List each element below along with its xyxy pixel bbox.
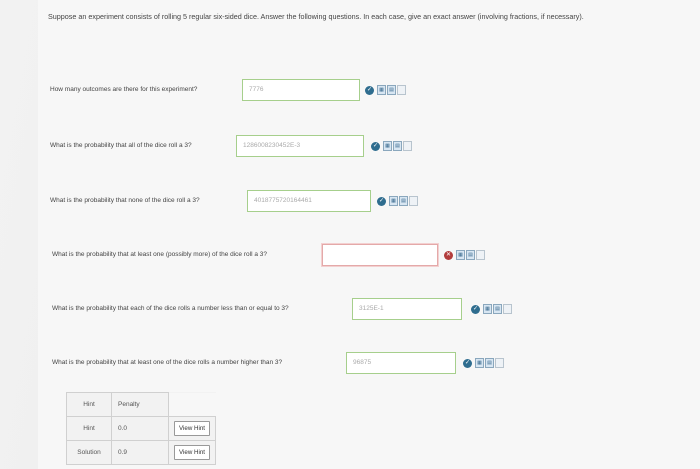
calculator-icon[interactable]: ▦ — [475, 358, 484, 368]
hint-table: Hint Penalty Hint 0.0 View Hint Solution… — [66, 392, 216, 465]
keypad-icon[interactable]: ▤ — [399, 196, 408, 206]
keypad-icon[interactable]: ▤ — [485, 358, 494, 368]
question-1-answer-field[interactable]: 7776 — [242, 79, 360, 101]
check-icon[interactable]: ✓ — [377, 197, 386, 206]
check-icon[interactable]: ✕ — [444, 251, 453, 260]
question-5-text: What is the probability that each of the… — [52, 305, 289, 312]
hint-row-penalty: 0.0 — [111, 416, 169, 441]
check-icon[interactable]: ✓ — [371, 142, 380, 151]
question-3-answer-field[interactable]: 4018775720164461 — [247, 190, 371, 212]
question-1-text: How many outcomes are there for this exp… — [50, 86, 198, 93]
keypad-icon[interactable]: ▤ — [466, 250, 475, 260]
hint-column-header: Hint — [66, 392, 112, 417]
calculator-icon[interactable]: ▦ — [383, 141, 392, 151]
question-4-answer-field[interactable] — [322, 244, 438, 266]
notes-icon[interactable] — [409, 196, 418, 206]
question-2-answer-field[interactable]: 1286008230452E-3 — [236, 135, 364, 157]
question-6-tools: ▦ ▤ — [475, 358, 504, 368]
penalty-column-header: Penalty — [111, 392, 169, 417]
question-5-tools: ▦ ▤ — [483, 304, 512, 314]
keypad-icon[interactable]: ▤ — [493, 304, 502, 314]
question-4-tools: ▦ ▤ — [456, 250, 485, 260]
solution-row-penalty: 0.9 — [111, 440, 169, 465]
question-5-answer-field[interactable]: 3125E-1 — [352, 298, 462, 320]
question-2-text: What is the probability that all of the … — [50, 142, 192, 149]
solution-row-label: Solution — [66, 440, 112, 465]
keypad-icon[interactable]: ▤ — [387, 85, 396, 95]
hint-row-label: Hint — [66, 416, 112, 441]
calculator-icon[interactable]: ▦ — [389, 196, 398, 206]
view-hint-button[interactable]: View Hint — [173, 421, 211, 436]
question-2-tools: ▦ ▤ — [383, 141, 412, 151]
question-6-text: What is the probability that at least on… — [52, 359, 283, 366]
calculator-icon[interactable]: ▦ — [456, 250, 465, 260]
notes-icon[interactable] — [476, 250, 485, 260]
view-solution-button[interactable]: View Hint — [173, 445, 211, 460]
notes-icon[interactable] — [403, 141, 412, 151]
notes-icon[interactable] — [495, 358, 504, 368]
calculator-icon[interactable]: ▦ — [377, 85, 386, 95]
question-3-tools: ▦ ▤ — [389, 196, 418, 206]
question-1-tools: ▦ ▤ — [377, 85, 406, 95]
hint-table-header: Hint Penalty — [66, 392, 216, 417]
notes-icon[interactable] — [397, 85, 406, 95]
table-row: Hint 0.0 View Hint — [66, 416, 216, 441]
table-row: Solution 0.9 View Hint — [66, 440, 216, 465]
question-3-text: What is the probability that none of the… — [50, 197, 200, 204]
keypad-icon[interactable]: ▤ — [393, 141, 402, 151]
question-6-answer-field[interactable]: 96875 — [346, 352, 456, 374]
check-icon[interactable]: ✓ — [365, 86, 374, 95]
check-icon[interactable]: ✓ — [471, 305, 480, 314]
problem-intro: Suppose an experiment consists of rollin… — [48, 12, 584, 21]
calculator-icon[interactable]: ▦ — [483, 304, 492, 314]
question-4-text: What is the probability that at least on… — [52, 251, 267, 258]
notes-icon[interactable] — [503, 304, 512, 314]
check-icon[interactable]: ✓ — [463, 359, 472, 368]
